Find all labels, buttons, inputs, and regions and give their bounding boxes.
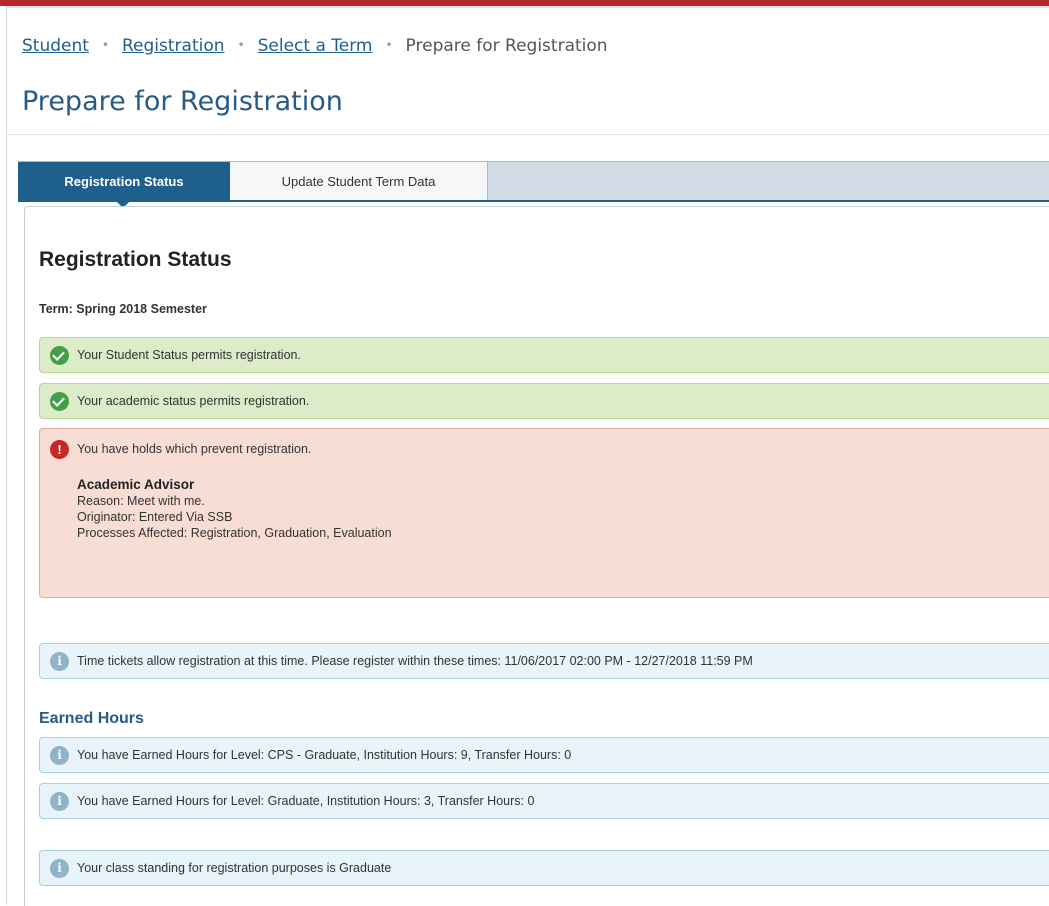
page-title: Prepare for Registration xyxy=(22,86,343,117)
hold-title: Academic Advisor xyxy=(77,477,195,492)
message-text: You have Earned Hours for Level: Graduat… xyxy=(77,794,535,808)
breadcrumb-link-registration[interactable]: Registration xyxy=(122,36,225,56)
earned-hours-item: i You have Earned Hours for Level: Gradu… xyxy=(39,783,1049,819)
message-text: You have holds which prevent registratio… xyxy=(77,442,312,456)
title-divider xyxy=(6,134,1049,135)
info-circle-icon: i xyxy=(50,859,69,878)
tab-bar: Registration Status Update Student Term … xyxy=(18,161,1049,208)
term-label: Term: Spring 2018 Semester xyxy=(39,302,207,316)
check-circle-icon xyxy=(50,392,69,411)
holds-message: ! You have holds which prevent registrat… xyxy=(39,428,1049,598)
hold-details: Academic Advisor Reason: Meet with me. O… xyxy=(77,477,392,541)
info-circle-icon: i xyxy=(50,746,69,765)
exclamation-circle-icon: ! xyxy=(50,440,69,459)
top-bar-shadow xyxy=(0,6,1049,8)
tab-registration-status[interactable]: Registration Status xyxy=(18,162,230,208)
breadcrumb-separator: • xyxy=(237,38,245,52)
tab-label: Registration Status xyxy=(64,174,184,189)
time-tickets-message: i Time tickets allow registration at thi… xyxy=(39,643,1049,679)
check-circle-icon xyxy=(50,346,69,365)
message-text: You have Earned Hours for Level: CPS - G… xyxy=(77,748,572,762)
student-status-message: Your Student Status permits registration… xyxy=(39,337,1049,373)
academic-status-message: Your academic status permits registratio… xyxy=(39,383,1049,419)
left-frame-border xyxy=(0,6,7,905)
breadcrumb-current: Prepare for Registration xyxy=(405,36,608,56)
message-text: Time tickets allow registration at this … xyxy=(77,654,753,668)
breadcrumb: Student • Registration • Select a Term • Prepa… xyxy=(22,36,608,56)
info-circle-icon: i xyxy=(50,652,69,671)
hold-processes: Processes Affected: Registration, Gradua… xyxy=(77,526,392,540)
message-text: Your class standing for registration pur… xyxy=(77,861,392,875)
hold-originator: Originator: Entered Via SSB xyxy=(77,510,233,524)
section-heading: Registration Status xyxy=(39,248,232,271)
tab-underline xyxy=(18,200,1049,202)
breadcrumb-separator: • xyxy=(101,38,109,52)
info-circle-icon: i xyxy=(50,792,69,811)
breadcrumb-separator: • xyxy=(385,38,393,52)
hold-reason: Reason: Meet with me. xyxy=(77,494,205,508)
earned-hours-heading: Earned Hours xyxy=(39,710,144,727)
tab-update-student-term-data[interactable]: Update Student Term Data xyxy=(230,162,488,201)
breadcrumb-link-student[interactable]: Student xyxy=(22,36,89,56)
message-text: Your Student Status permits registration… xyxy=(77,348,301,362)
tab-label: Update Student Term Data xyxy=(281,174,436,189)
earned-hours-item: i You have Earned Hours for Level: CPS -… xyxy=(39,737,1049,773)
breadcrumb-link-select-term[interactable]: Select a Term xyxy=(258,36,373,56)
class-standing-message: i Your class standing for registration p… xyxy=(39,850,1049,886)
message-text: Your academic status permits registratio… xyxy=(77,394,310,408)
